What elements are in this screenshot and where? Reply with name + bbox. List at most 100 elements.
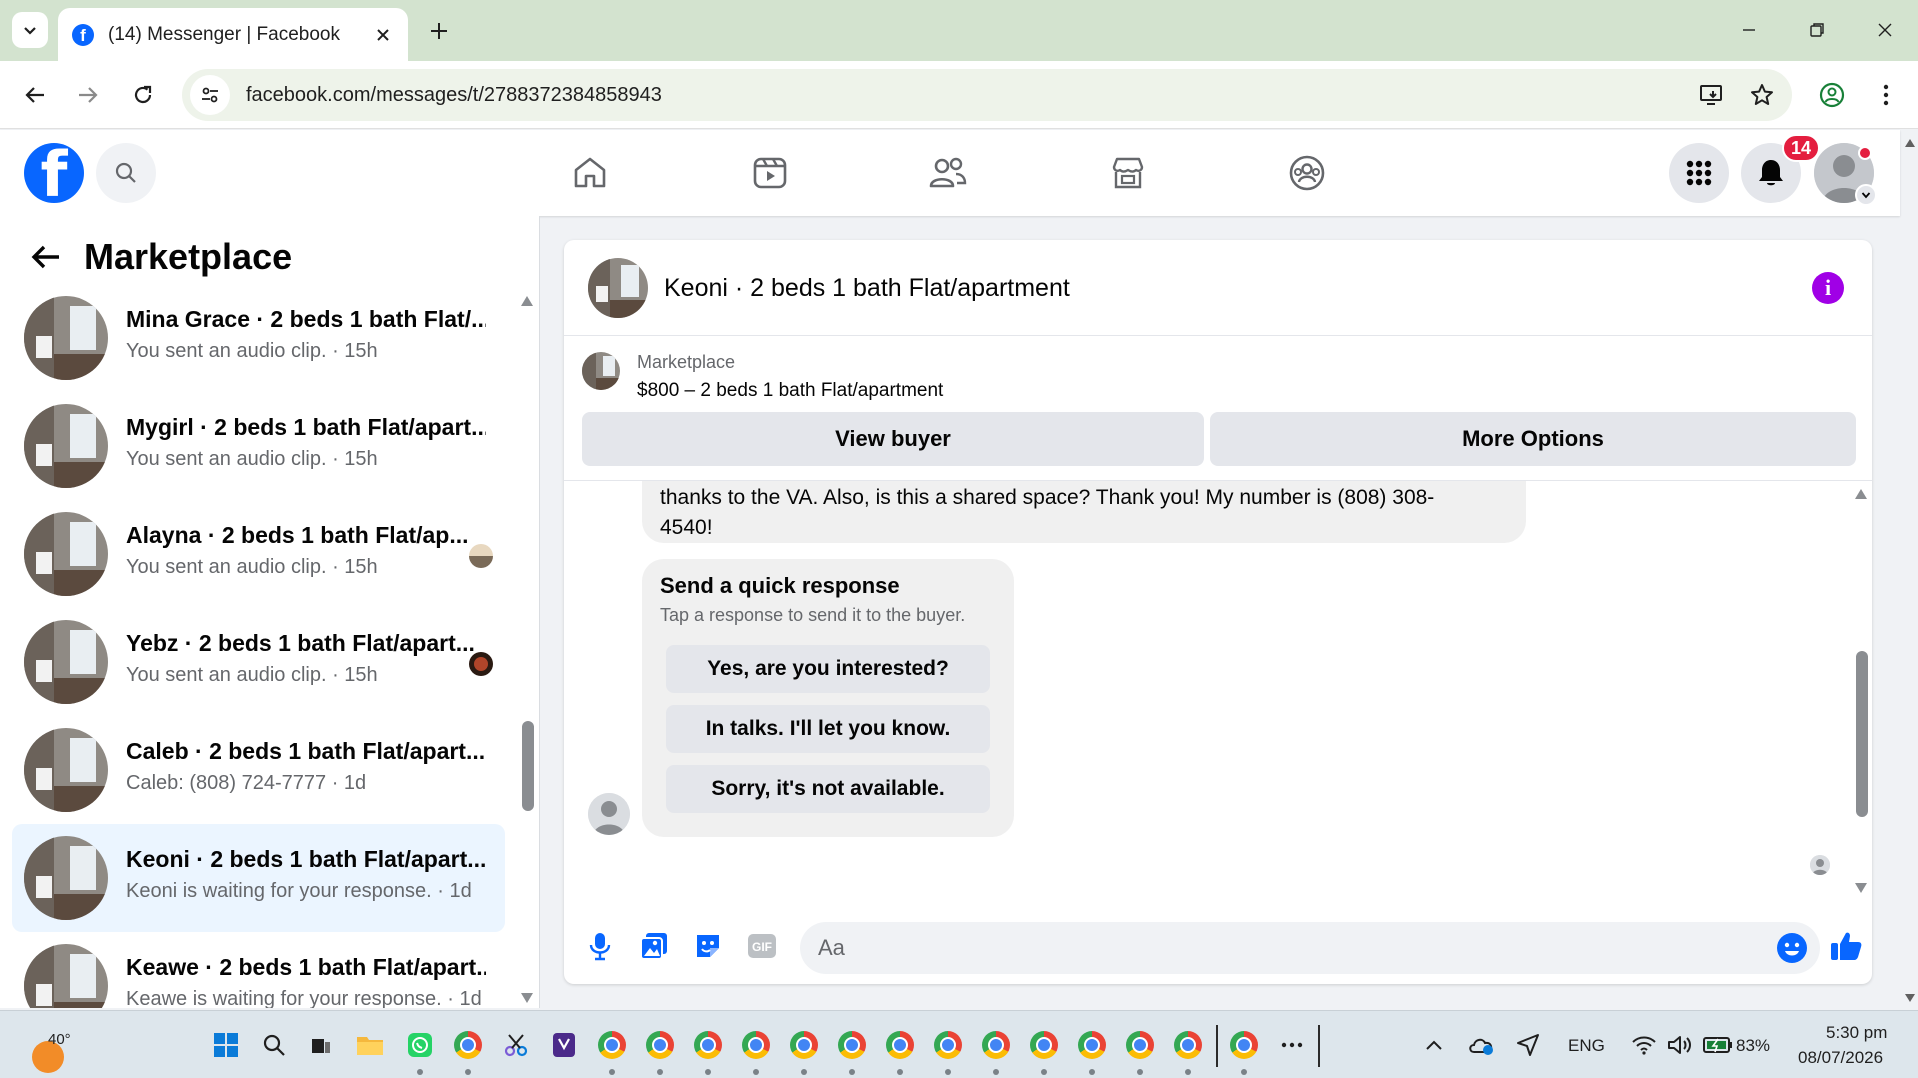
scrollbar-thumb[interactable] <box>1856 651 1868 817</box>
chrome-window[interactable] <box>788 1029 820 1061</box>
profile-status-dot <box>1858 146 1872 160</box>
chrome-window[interactable] <box>1028 1029 1060 1061</box>
more-apps-button[interactable] <box>1276 1029 1308 1061</box>
gif-button[interactable]: GIF <box>742 926 782 966</box>
message-list: thanks to the VA. Also, is this a shared… <box>564 480 1872 908</box>
install-app-button[interactable] <box>1692 75 1732 115</box>
quick-response-title: Send a quick response <box>660 573 900 598</box>
chrome-app[interactable] <box>452 1029 484 1061</box>
left-panel-title: Marketplace <box>84 236 293 277</box>
chrome-window[interactable] <box>980 1029 1012 1061</box>
location-tray-icon[interactable] <box>1512 1029 1544 1061</box>
view-buyer-button[interactable]: View buyer <box>582 412 1204 466</box>
bell-icon <box>1759 160 1783 186</box>
message-input[interactable] <box>818 922 1718 974</box>
reload-button[interactable] <box>121 73 165 117</box>
conversation-item[interactable]: Alayna · 2 beds 1 bath Flat/ap... You se… <box>12 500 505 608</box>
conversation-item[interactable]: Keawe · 2 beds 1 bath Flat/apart... Keaw… <box>12 932 505 1008</box>
running-indicator <box>1137 1069 1143 1075</box>
conversation-item[interactable]: Mina Grace · 2 beds 1 bath Flat/... You … <box>12 284 505 392</box>
back-button[interactable] <box>13 73 57 117</box>
scroll-up-arrow[interactable] <box>1854 487 1868 505</box>
clock-time[interactable]: 5:30 pm <box>1826 1023 1887 1043</box>
task-view-button[interactable] <box>305 1029 337 1061</box>
conversation-item[interactable]: Yebz · 2 beds 1 bath Flat/apart... You s… <box>12 608 505 716</box>
back-to-chats-button[interactable] <box>24 235 68 279</box>
restore-button[interactable] <box>1794 10 1840 50</box>
account-menu-button[interactable] <box>1855 184 1877 206</box>
tab-search-button[interactable] <box>12 12 48 48</box>
address-bar[interactable]: facebook.com/messages/t/2788372384858943 <box>182 69 1792 121</box>
volume-tray-icon[interactable] <box>1664 1029 1696 1061</box>
browser-menu-button[interactable] <box>1864 73 1908 117</box>
snipping-tool-app[interactable] <box>500 1029 532 1061</box>
chrome-window[interactable] <box>1172 1029 1204 1061</box>
chrome-window[interactable] <box>1228 1029 1260 1061</box>
nav-marketplace-button[interactable] <box>1078 144 1178 202</box>
clock-date[interactable]: 08/07/2026 <box>1798 1048 1883 1068</box>
nav-video-button[interactable] <box>720 144 820 202</box>
scroll-up-arrow[interactable] <box>520 294 534 312</box>
listing-thumbnail <box>24 944 108 1008</box>
battery-tray-icon[interactable] <box>1702 1029 1734 1061</box>
file-explorer-app[interactable] <box>354 1029 386 1061</box>
start-button[interactable] <box>210 1029 242 1061</box>
chrome-window[interactable] <box>884 1029 916 1061</box>
conversation-item-active[interactable]: Keoni · 2 beds 1 bath Flat/apart... Keon… <box>12 824 505 932</box>
quick-response-card: Send a quick response Tap a response to … <box>642 559 1014 837</box>
scrollbar-thumb[interactable] <box>522 721 534 811</box>
chrome-window[interactable] <box>932 1029 964 1061</box>
tab-close-button[interactable] <box>372 24 394 46</box>
facebook-logo-icon[interactable]: f <box>24 143 84 203</box>
page-scroll-down-arrow[interactable] <box>1904 990 1916 1008</box>
attach-photo-button[interactable] <box>634 926 674 966</box>
send-like-button[interactable] <box>1826 926 1866 966</box>
more-options-button[interactable]: More Options <box>1210 412 1856 466</box>
emoji-button[interactable] <box>1776 932 1808 964</box>
conversation-snippet: You sent an audio clip. · 15h <box>126 340 378 362</box>
voice-clip-button[interactable] <box>580 926 620 966</box>
listing-title[interactable]: $800 – 2 beds 1 bath Flat/apartment <box>637 380 943 402</box>
conversation-item[interactable]: Caleb · 2 beds 1 bath Flat/apart... Cale… <box>12 716 505 824</box>
chrome-profile-button[interactable] <box>1810 73 1854 117</box>
new-tab-button[interactable] <box>422 14 456 48</box>
quick-response-in-talks-button[interactable]: In talks. I'll let you know. <box>666 705 990 753</box>
listing-thumbnail <box>24 512 108 596</box>
reload-icon <box>134 85 152 104</box>
quick-response-not-available-button[interactable]: Sorry, it's not available. <box>666 765 990 813</box>
quick-response-interested-button[interactable]: Yes, are you interested? <box>666 645 990 693</box>
show-hidden-icons-button[interactable] <box>1418 1029 1450 1061</box>
onedrive-tray-icon[interactable] <box>1466 1029 1498 1061</box>
chrome-window[interactable] <box>1124 1029 1156 1061</box>
chrome-window[interactable] <box>740 1029 772 1061</box>
conversation-item[interactable]: Mygirl · 2 beds 1 bath Flat/apart... You… <box>12 392 505 500</box>
taskbar-search-button[interactable] <box>258 1029 290 1061</box>
chrome-window[interactable] <box>596 1029 628 1061</box>
facebook-search-button[interactable] <box>96 143 156 203</box>
close-window-button[interactable] <box>1862 10 1908 50</box>
language-indicator[interactable]: ENG <box>1568 1036 1605 1056</box>
whatsapp-app[interactable] <box>404 1029 436 1061</box>
bookmark-button[interactable] <box>1742 75 1782 115</box>
scroll-down-arrow[interactable] <box>520 991 534 1008</box>
chrome-window[interactable] <box>1076 1029 1108 1061</box>
wifi-tray-icon[interactable] <box>1628 1029 1660 1061</box>
site-info-button[interactable] <box>190 75 230 115</box>
browser-tab-active[interactable]: f (14) Messenger | Facebook <box>58 8 408 61</box>
nav-friends-button[interactable] <box>898 144 998 202</box>
page-scroll-up-arrow[interactable] <box>1904 135 1916 153</box>
sender-avatar[interactable] <box>588 793 630 835</box>
chrome-window[interactable] <box>692 1029 724 1061</box>
scroll-down-arrow[interactable] <box>1854 881 1868 899</box>
forward-button[interactable] <box>66 73 110 117</box>
chrome-window[interactable] <box>836 1029 868 1061</box>
minimize-button[interactable] <box>1726 10 1772 50</box>
chrome-window[interactable] <box>644 1029 676 1061</box>
security-app[interactable] <box>548 1029 580 1061</box>
nav-home-button[interactable] <box>540 144 640 202</box>
listing-avatar[interactable] <box>588 258 648 318</box>
menu-button[interactable] <box>1669 143 1729 203</box>
info-icon[interactable]: i <box>1812 272 1844 304</box>
sticker-button[interactable] <box>688 926 728 966</box>
nav-groups-button[interactable] <box>1257 144 1357 202</box>
